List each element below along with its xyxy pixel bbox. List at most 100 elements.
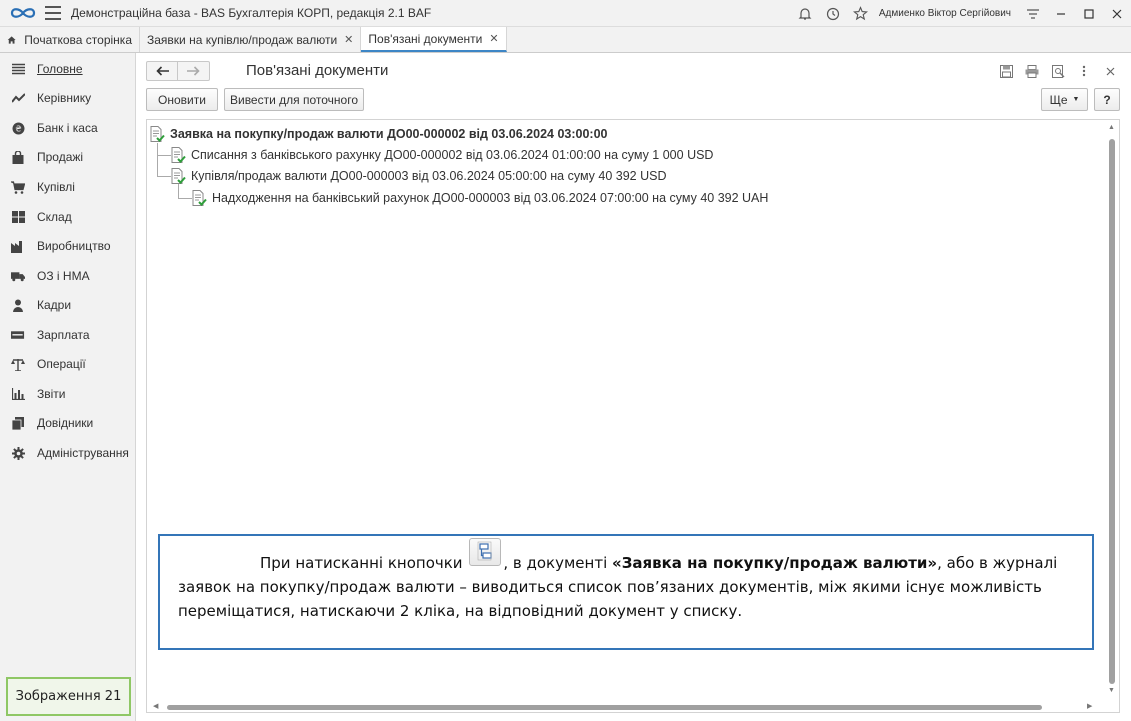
sidebar-item-label: Головне <box>37 62 83 76</box>
sidebar-item-fixed-assets[interactable]: ОЗ і НМА <box>0 264 135 288</box>
scales-icon <box>11 357 25 371</box>
arrow-left-icon <box>155 66 169 76</box>
form-title: Пов'язані документи <box>246 62 389 79</box>
tab-close-icon[interactable]: ✕ <box>489 32 498 45</box>
document-check-icon <box>192 189 207 206</box>
tab-currency-requests[interactable]: Заявки на купівлю/продаж валюти ✕ <box>140 27 362 52</box>
sidebar-item-sales[interactable]: Продажі <box>0 145 135 169</box>
preview-icon[interactable] <box>1045 62 1071 80</box>
horizontal-scrollbar[interactable]: ◀ ▶ <box>147 702 1107 712</box>
save-icon[interactable] <box>993 62 1019 80</box>
sidebar-item-management[interactable]: Керівнику <box>0 86 135 110</box>
document-check-icon <box>171 167 186 184</box>
more-label: Ще <box>1049 92 1068 107</box>
sidebar-item-label: Склад <box>37 210 72 224</box>
help-button[interactable]: ? <box>1094 88 1120 111</box>
form-close-icon[interactable] <box>1097 62 1123 80</box>
tree-connector <box>157 176 171 177</box>
scroll-up-icon[interactable]: ▲ <box>1108 124 1115 131</box>
books-icon <box>11 416 25 430</box>
note-bold-text: «Заявка на покупку/продаж валюти» <box>612 554 938 572</box>
tree-connector <box>178 198 192 199</box>
tree-row[interactable]: Заявка на покупку/продаж валюти ДО00-000… <box>149 123 608 144</box>
tab-related-documents[interactable]: Пов'язані документи ✕ <box>361 27 507 52</box>
sidebar-item-salary[interactable]: Зарплата <box>0 323 135 347</box>
sidebar-item-warehouse[interactable]: Склад <box>0 205 135 229</box>
arrow-right-icon <box>187 66 200 76</box>
vertical-scrollbar[interactable]: ▲ ▼ <box>1105 120 1119 712</box>
sidebar-item-production[interactable]: Виробництво <box>0 234 135 258</box>
factory-icon <box>11 239 25 253</box>
user-name[interactable]: Адмиенко Віктор Сергійович <box>879 8 1011 19</box>
tabs-bar: Початкова сторінка Заявки на купівлю/про… <box>0 27 1131 53</box>
truck-icon <box>11 269 25 283</box>
tree-row-label: Списання з банківського рахунку ДО00-000… <box>191 147 714 162</box>
sidebar-item-main[interactable]: Головне <box>0 57 135 81</box>
scroll-thumb[interactable] <box>1109 139 1115 684</box>
note-text: При натисканні кнопочки <box>260 554 463 572</box>
bell-icon[interactable] <box>791 0 819 27</box>
sidebar-item-label: Довідники <box>37 416 94 430</box>
print-icon[interactable] <box>1019 62 1045 80</box>
person-icon <box>11 298 25 312</box>
sidebar-item-label: Купівлі <box>37 180 75 194</box>
sidebar-item-label: Адміністрування <box>37 446 129 460</box>
sidebar-item-hr[interactable]: Кадри <box>0 293 135 317</box>
tree-row[interactable]: Купівля/продаж валюти ДО00-000003 від 03… <box>170 165 667 186</box>
sidebar-item-label: Зарплата <box>37 328 90 342</box>
list-icon <box>11 62 25 76</box>
back-button[interactable] <box>147 62 178 80</box>
chart-line-icon <box>11 91 25 105</box>
sidebar-item-administration[interactable]: Адміністрування <box>0 441 135 465</box>
sidebar-item-directories[interactable]: Довідники <box>0 411 135 435</box>
main-menu-icon[interactable] <box>45 6 61 20</box>
money-icon <box>11 328 25 342</box>
app-logo-icon[interactable] <box>10 6 36 20</box>
document-check-icon <box>171 146 186 163</box>
note-text: , в документі <box>503 554 612 572</box>
scroll-right-icon[interactable]: ▶ <box>1087 702 1092 710</box>
tree-row[interactable]: Списання з банківського рахунку ДО00-000… <box>170 144 713 165</box>
scroll-left-icon[interactable]: ◀ <box>153 702 158 710</box>
document-check-icon <box>150 125 165 142</box>
history-icon[interactable] <box>819 0 847 27</box>
sidebar-item-operations[interactable]: Операції <box>0 352 135 376</box>
forward-button[interactable] <box>178 62 209 80</box>
maximize-icon[interactable] <box>1075 0 1103 27</box>
more-button[interactable]: Ще ▼ <box>1041 88 1088 111</box>
app-title: Демонстраційна база - BAS Бухгалтерія КО… <box>71 6 432 20</box>
refresh-button[interactable]: Оновити <box>146 88 218 111</box>
tab-label: Початкова сторінка <box>24 32 132 47</box>
instruction-note: При натисканні кнопочки , в документі «З… <box>158 534 1094 650</box>
more-vertical-icon[interactable] <box>1071 62 1097 80</box>
tab-close-icon[interactable]: ✕ <box>344 33 353 46</box>
sidebar-item-bank[interactable]: ₴ Банк і каса <box>0 116 135 140</box>
tree-connector <box>157 143 158 176</box>
output-current-button[interactable]: Вивести для поточного <box>224 88 364 111</box>
sidebar-item-label: ОЗ і НМА <box>37 269 90 283</box>
tree-row[interactable]: Надходження на банківський рахунок ДО00-… <box>191 187 768 208</box>
tree-row-label: Купівля/продаж валюти ДО00-000003 від 03… <box>191 168 667 183</box>
sidebar-item-label: Продажі <box>37 150 84 164</box>
grid-icon <box>11 210 25 224</box>
scroll-down-icon[interactable]: ▼ <box>1108 687 1115 694</box>
coin-icon: ₴ <box>11 121 25 135</box>
tab-label: Пов'язані документи <box>368 31 483 46</box>
sidebar-item-reports[interactable]: Звіти <box>0 382 135 406</box>
sidebar-item-label: Кадри <box>37 298 72 312</box>
settings-menu-icon[interactable] <box>1019 0 1047 27</box>
home-icon <box>7 35 16 44</box>
gear-icon <box>11 446 25 460</box>
tree-connector <box>157 155 171 156</box>
tree-row-label: Надходження на банківський рахунок ДО00-… <box>212 190 769 205</box>
minimize-icon[interactable] <box>1047 0 1075 27</box>
star-icon[interactable] <box>847 0 875 27</box>
scroll-thumb[interactable] <box>167 705 1042 710</box>
sidebar-item-label: Виробництво <box>37 239 111 253</box>
image-caption: Зображення 21 <box>6 677 131 716</box>
sidebar-item-purchases[interactable]: Купівлі <box>0 175 135 199</box>
bar-chart-icon <box>11 387 25 401</box>
tab-home[interactable]: Початкова сторінка <box>0 27 140 52</box>
sidebar-item-label: Банк і каса <box>37 121 98 135</box>
close-icon[interactable] <box>1103 0 1131 27</box>
